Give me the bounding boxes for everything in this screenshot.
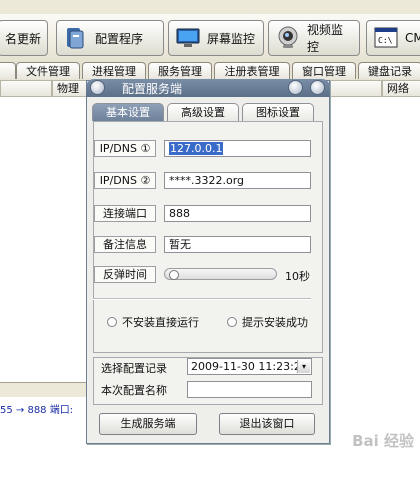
screen-monitor-button[interactable]: 屏幕监控	[168, 20, 264, 56]
config-name-label: 本次配置名称	[101, 384, 167, 397]
config-program-icon	[63, 25, 89, 51]
main-tabs: 文件管理 进程管理 服务管理 注册表管理 窗口管理 键盘记录	[0, 60, 420, 81]
column-header-blank[interactable]	[0, 80, 52, 97]
rebound-slider[interactable]	[164, 268, 277, 280]
dialog-menu-icon[interactable]	[90, 80, 105, 95]
config-record-label: 选择配置记录	[101, 362, 167, 375]
tab-icon-settings[interactable]: 图标设置	[242, 103, 314, 121]
no-install-radio[interactable]	[107, 317, 117, 327]
rebound-label: 反弹时间	[94, 266, 156, 283]
tab-keylogger[interactable]: 键盘记录	[358, 62, 420, 79]
tab-window-manager[interactable]: 窗口管理	[292, 62, 356, 79]
tab-file-manager[interactable]: 文件管理	[16, 62, 80, 79]
dns2-label: IP/DNS ②	[94, 172, 156, 189]
config-program-button-label: 配置程序	[95, 31, 144, 46]
dialog-minimize-icon[interactable]	[288, 80, 303, 95]
config-record-value: 2009-11-30 11:23:25	[191, 360, 308, 373]
dialog-titlebar[interactable]: 配置服务端	[86, 79, 330, 97]
port-input[interactable]: 888	[164, 205, 311, 222]
options-divider	[93, 298, 311, 300]
no-install-label: 不安装直接运行	[122, 316, 199, 329]
dialog-title: 配置服务端	[122, 82, 183, 96]
config-server-dialog: 配置服务端 基本设置 高级设置 图标设置 IP/DNS ① 127.0.0.1 …	[86, 79, 330, 444]
log-bar	[0, 382, 100, 397]
cmd-icon: C:\	[373, 25, 399, 51]
rebound-value: 10秒	[285, 270, 310, 283]
port-label: 连接端口	[94, 205, 156, 222]
config-program-button[interactable]: 配置程序	[56, 20, 164, 56]
main-toolbar: 名更新 配置程序 屏幕监控 视频监控 C:\ CM	[0, 14, 420, 61]
column-header-network[interactable]: 网络	[382, 80, 420, 97]
log-line: 55 → 888 端口:	[0, 405, 74, 416]
tab-process-manager[interactable]: 进程管理	[82, 62, 146, 79]
dialog-close-icon[interactable]	[310, 80, 325, 95]
webcam-icon	[275, 25, 301, 51]
screen-monitor-button-label: 屏幕监控	[207, 31, 256, 46]
dns1-label: IP/DNS ①	[94, 140, 156, 157]
chevron-down-icon[interactable]: ▾	[297, 360, 310, 373]
column-header-blank-2[interactable]	[330, 80, 382, 97]
update-button-label: 名更新	[5, 31, 42, 46]
generate-server-button[interactable]: 生成服务端	[99, 413, 197, 435]
tab-hidden[interactable]	[0, 62, 16, 79]
tab-basic-settings[interactable]: 基本设置	[92, 103, 164, 121]
config-name-input[interactable]	[187, 381, 312, 398]
exit-window-button[interactable]: 退出该窗口	[219, 413, 315, 435]
rebound-slider-thumb[interactable]	[169, 270, 179, 280]
prompt-success-label: 提示安装成功	[242, 316, 308, 329]
tab-registry-manager[interactable]: 注册表管理	[214, 62, 290, 79]
dns2-input[interactable]: ****.3322.org	[164, 172, 311, 189]
video-monitor-button[interactable]: 视频监控	[268, 20, 360, 56]
column-header-physical[interactable]: 物理	[52, 80, 88, 97]
dns1-input[interactable]: 127.0.0.1	[164, 140, 311, 157]
prompt-success-radio[interactable]	[227, 317, 237, 327]
menu-bar	[0, 0, 420, 15]
update-button[interactable]: 名更新	[0, 20, 48, 56]
config-record-select[interactable]: 2009-11-30 11:23:25 ▾	[187, 358, 312, 375]
tab-advanced-settings[interactable]: 高级设置	[167, 103, 239, 121]
tab-service-manager[interactable]: 服务管理	[148, 62, 212, 79]
cmd-button[interactable]: C:\ CM	[366, 20, 420, 56]
dns1-value: 127.0.0.1	[169, 142, 224, 155]
watermark: Bai 经验	[352, 432, 414, 450]
note-label: 备注信息	[94, 236, 156, 253]
note-input[interactable]: 暂无	[164, 236, 311, 253]
video-monitor-button-label: 视频监控	[307, 23, 344, 54]
cmd-button-label: CM	[405, 31, 420, 45]
monitor-icon	[175, 25, 201, 51]
svg-text:C:\: C:\	[378, 36, 393, 45]
